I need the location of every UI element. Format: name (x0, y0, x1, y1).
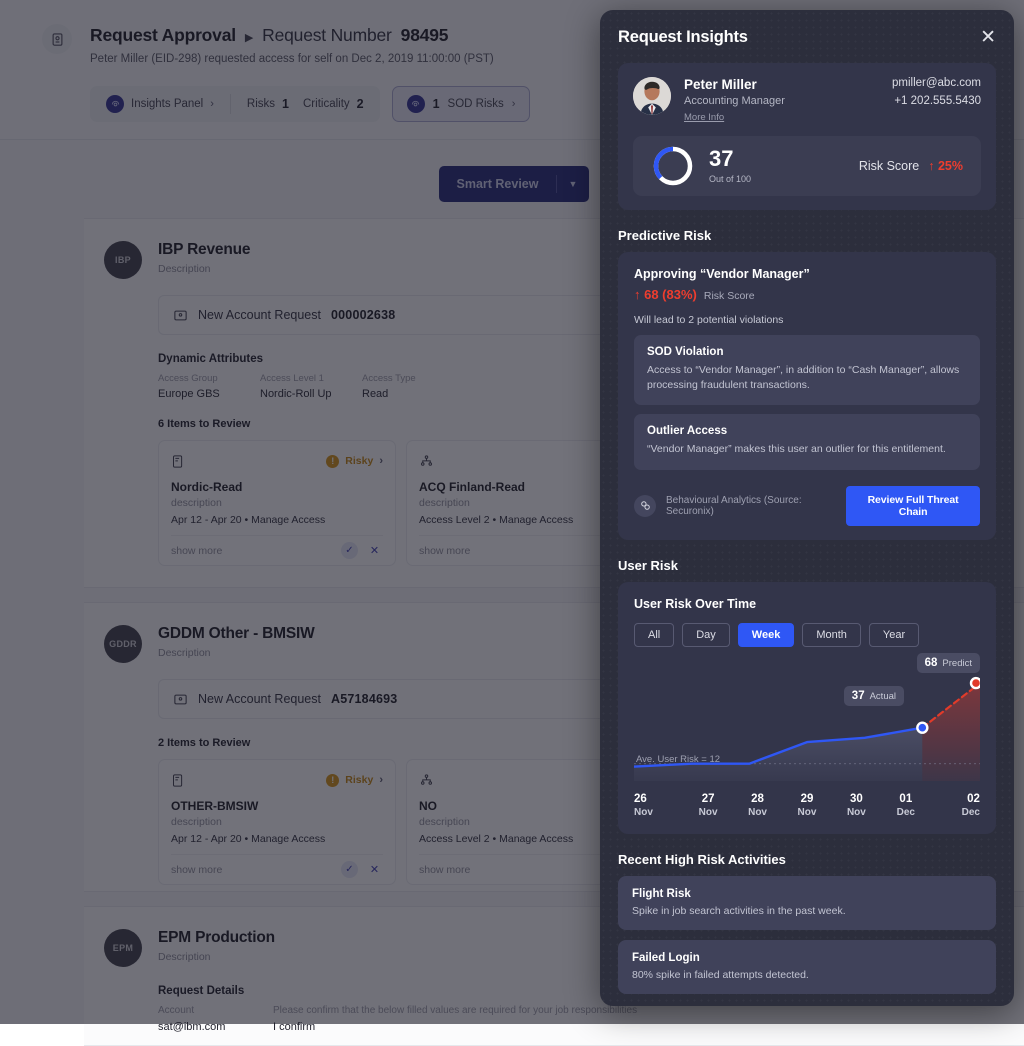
review-threat-chain-button[interactable]: Review Full Threat Chain (846, 485, 980, 526)
predict-label: Predict (942, 657, 972, 669)
risk-score-value: 37 (709, 146, 734, 171)
activity-card[interactable]: Flight Risk Spike in job search activiti… (618, 875, 996, 930)
x-axis-month: Dec (896, 806, 915, 818)
user-risk-card-title: User Risk Over Time (634, 596, 757, 611)
x-axis-tick: 02 Dec (931, 793, 980, 818)
close-icon[interactable]: ✕ (980, 28, 996, 47)
user-risk-line-chart (634, 676, 980, 781)
predictive-score-value: ↑ 68 (83%) (634, 287, 697, 302)
predictive-risk-card: Approving “Vendor Manager” ↑ 68 (83%) Ri… (618, 252, 996, 540)
x-axis-tick: 01 Dec (881, 793, 930, 818)
predict-value-tag: 68 Predict (916, 652, 980, 673)
user-summary-card: Peter Miller Accounting Manager More Inf… (618, 63, 996, 210)
x-axis-tick: 29 Nov (782, 793, 831, 818)
x-axis-month: Nov (846, 806, 866, 818)
avatar (633, 77, 671, 115)
actual-value-tag: 37 Actual (843, 685, 904, 706)
chart-x-axis: 26 Nov 27 Nov 28 Nov 29 Nov 30 Nov 01 Dec 02 Dec (634, 793, 980, 818)
x-axis-day: 28 (751, 792, 764, 805)
user-risk-card: User Risk Over Time All Day Week Month Y… (618, 581, 996, 834)
x-axis-tick: 26 Nov (634, 793, 683, 818)
violation-card: Outlier Access “Vendor Manager” makes th… (634, 414, 980, 470)
actual-value: 37 (851, 689, 865, 702)
x-axis-month: Dec (961, 806, 980, 818)
predictive-heading: Approving “Vendor Manager” (634, 267, 810, 281)
user-phone: +1 202.555.5430 (894, 95, 981, 107)
behavioural-analytics-icon (634, 494, 656, 517)
activity-card[interactable]: Failed Login 80% spike in failed attempt… (618, 939, 996, 994)
x-axis-day: 30 (850, 792, 863, 805)
activity-title: Flight Risk (632, 887, 691, 900)
violation-title: Outlier Access (647, 425, 728, 438)
activity-description: 80% spike in failed attempts detected. (632, 968, 809, 981)
risk-score-donut (653, 146, 693, 186)
risk-score-delta: ↑ 25% (928, 159, 963, 173)
risk-score-label: Risk Score (858, 159, 920, 173)
x-axis-day: 01 (899, 792, 913, 805)
user-risk-chart[interactable]: Ave. User Risk = 12 37 Actual 68 Predict (634, 652, 980, 787)
range-button-all[interactable]: All (634, 622, 675, 647)
violation-card: SOD Violation Access to “Vendor Manager”… (634, 335, 980, 406)
average-risk-label: Ave. User Risk = 12 (636, 753, 721, 765)
predictive-risk-section-title: Predictive Risk (618, 228, 712, 243)
analytics-source-text: Behavioural Analytics (Source: Securonix… (666, 494, 802, 517)
x-axis-tick: 27 Nov (683, 793, 732, 818)
x-axis-day: 27 (701, 792, 715, 805)
range-button-week[interactable]: Week (737, 622, 795, 647)
x-axis-day: 26 (634, 792, 647, 805)
x-axis-month: Nov (634, 806, 653, 818)
predictive-note: Will lead to 2 potential violations (634, 314, 784, 326)
user-risk-section-title: User Risk (618, 557, 678, 573)
x-axis-tick: 30 Nov (832, 793, 881, 818)
predictive-score-label: Risk Score (703, 290, 755, 302)
risk-score-outof: Out of 100 (709, 174, 752, 184)
user-email: pmiller@abc.com (891, 77, 981, 89)
x-axis-day: 02 (967, 792, 980, 805)
x-axis-month: Nov (748, 806, 767, 818)
x-axis-tick: 28 Nov (733, 793, 782, 818)
request-insights-panel: Request Insights ✕ Peter Miller Accounti… (600, 10, 1014, 1006)
x-axis-day: 29 (800, 792, 814, 805)
more-info-link[interactable]: More Info (684, 112, 785, 123)
violation-description: Access to “Vendor Manager”, in addition … (647, 364, 960, 392)
user-name: Peter Miller (684, 77, 757, 92)
activity-description: Spike in job search activities in the pa… (632, 904, 846, 917)
panel-title: Request Insights (618, 28, 748, 46)
range-button-year[interactable]: Year (868, 622, 920, 647)
x-axis-month: Nov (698, 806, 718, 818)
recent-activities-list: Flight Risk Spike in job search activiti… (618, 875, 996, 1006)
recent-activities-section-title: Recent High Risk Activities (618, 851, 786, 867)
violation-title: SOD Violation (647, 346, 724, 358)
actual-label: Actual (869, 690, 896, 702)
time-range-selector: All Day Week Month Year (634, 622, 980, 647)
activity-title: Failed Login (632, 951, 700, 964)
risk-score-card: 37 Out of 100 Risk Score ↑ 25% (633, 136, 981, 196)
violation-description: “Vendor Manager” makes this user an outl… (647, 443, 946, 456)
predict-value: 68 (924, 656, 938, 669)
range-button-month[interactable]: Month (802, 622, 861, 647)
panel-header: Request Insights ✕ (618, 28, 996, 47)
x-axis-month: Nov (797, 806, 817, 818)
range-button-day[interactable]: Day (682, 622, 730, 647)
user-role: Accounting Manager (684, 95, 785, 107)
